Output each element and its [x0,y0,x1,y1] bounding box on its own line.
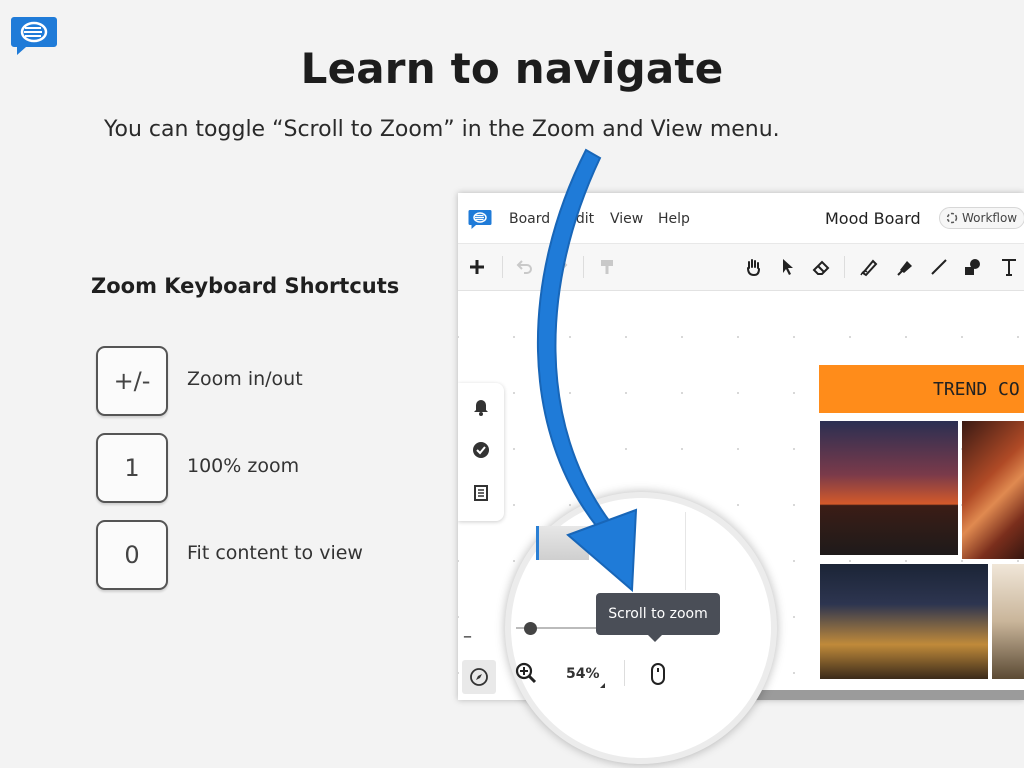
eraser-icon [812,260,830,275]
hand-icon [747,259,760,277]
side-panel [458,383,504,521]
page-subtitle: You can toggle “Scroll to Zoom” in the Z… [104,117,780,142]
menu-help[interactable]: Help [658,211,690,227]
shapes-tool[interactable] [962,256,984,278]
highlighter-tool[interactable] [894,256,916,278]
canvas-header[interactable]: TREND CO [819,365,1024,413]
shortcut-key-fit: 0 [96,520,168,590]
shortcut-key-zoom: +/- [96,346,168,416]
add-button[interactable] [466,256,488,278]
toolbar [458,244,1024,291]
shortcut-key-100: 1 [96,433,168,503]
menu-edit[interactable]: Edit [567,211,594,227]
navigator-button[interactable] [462,660,496,694]
page-title: Learn to navigate [300,44,724,93]
photo-flowers[interactable] [992,564,1024,679]
mouse-icon[interactable] [649,662,667,686]
minimap[interactable] [536,526,589,560]
hand-tool[interactable] [742,256,764,278]
zoom-in-icon[interactable] [514,661,538,685]
toolbar-divider [844,256,845,278]
shapes-icon [965,259,980,275]
shortcuts-heading: Zoom Keyboard Shortcuts [91,274,400,298]
board-title[interactable]: Mood Board [825,209,921,228]
photo-canyon[interactable] [962,421,1024,559]
shortcut-desc-fit: Fit content to view [187,542,363,564]
text-tool[interactable] [998,256,1020,278]
undo-button[interactable] [513,256,535,278]
photo-sunset[interactable] [820,421,958,555]
scroll-to-zoom-tooltip: Scroll to zoom [596,593,720,642]
line-tool[interactable] [928,256,950,278]
compass-icon [470,668,488,686]
zoom-level-caret-icon [600,683,605,688]
bell-icon[interactable] [471,397,491,417]
workflow-icon [946,212,958,224]
format-paint-icon [601,260,613,274]
check-circle-icon[interactable] [471,440,491,460]
pen-tool[interactable] [858,256,880,278]
app-logo-icon [468,210,492,229]
plus-icon [470,260,484,274]
workflow-button[interactable]: Workflow [939,207,1024,229]
zoom-divider [624,660,625,686]
pointer-icon [783,259,793,275]
photo-umbrella[interactable] [820,564,988,679]
pen-icon [860,259,878,277]
eraser-tool[interactable] [810,256,832,278]
list-icon[interactable] [471,483,491,503]
menubar: Board Edit View Help Mood Board Workflow [458,193,1024,244]
toolbar-divider [583,256,584,278]
zoom-out-button[interactable]: – [463,626,472,647]
select-tool[interactable] [776,256,798,278]
format-paint-button[interactable] [596,256,618,278]
redo-icon [552,260,568,274]
toolbar-divider [502,256,503,278]
minimap-divider [685,512,686,590]
zoom-slider-handle[interactable] [524,622,537,635]
text-icon [1002,259,1016,276]
shortcut-desc-100: 100% zoom [187,455,300,477]
zoom-level-menu[interactable]: 54% [566,666,600,682]
menu-view[interactable]: View [610,211,643,227]
line-icon [931,259,947,275]
workflow-label: Workflow [962,211,1018,225]
highlighter-icon [897,261,912,276]
undo-icon [516,260,532,274]
menu-board[interactable]: Board [509,211,550,227]
redo-button[interactable] [549,256,571,278]
shortcut-desc-zoom: Zoom in/out [187,368,303,390]
